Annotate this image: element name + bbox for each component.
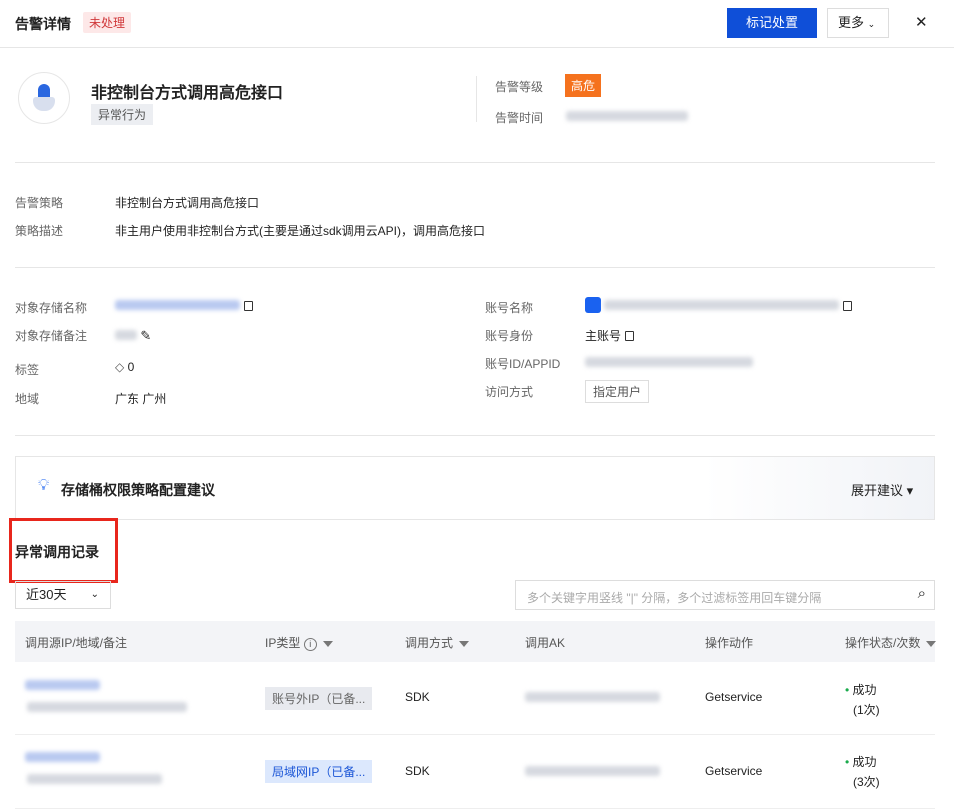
more-button[interactable]: 更多 ⌄ bbox=[827, 8, 889, 38]
col-ip-type[interactable]: IP类型 i bbox=[265, 634, 333, 651]
expand-suggestion-button[interactable]: 展开建议 ▾ bbox=[851, 480, 913, 499]
filter-icon[interactable] bbox=[459, 641, 470, 647]
alert-level-badge: 高危 bbox=[565, 74, 602, 97]
suggestion-title: 存储桶权限策略配置建议 bbox=[61, 482, 215, 498]
filter-icon[interactable] bbox=[322, 641, 333, 647]
status: 成功 bbox=[852, 755, 877, 769]
alert-time-value bbox=[566, 111, 688, 121]
suggestion-panel: 💡︎ 存储桶权限策略配置建议 展开建议 ▾ bbox=[15, 456, 935, 520]
action: Getservice bbox=[705, 690, 763, 704]
col-status[interactable]: 操作状态/次数 bbox=[845, 634, 937, 651]
ip-type-tag: 账号外IP（已备... bbox=[265, 687, 373, 710]
action: Getservice bbox=[705, 764, 763, 778]
alert-category-tag: 异常行为 bbox=[91, 104, 154, 125]
time-range-select[interactable]: 近30天 ⌄ bbox=[15, 581, 111, 609]
bucket-remark-value bbox=[115, 330, 137, 340]
status-badge: 未处理 bbox=[83, 12, 132, 33]
tag-icon[interactable]: ◇ bbox=[115, 360, 124, 374]
region-value: 广东 广州 bbox=[115, 392, 167, 406]
count: (3次) bbox=[853, 775, 880, 789]
col-ak: 调用AK bbox=[525, 636, 566, 650]
count: (1次) bbox=[853, 703, 880, 717]
mark-handled-button[interactable]: 标记处置 bbox=[727, 8, 817, 38]
copy-icon[interactable] bbox=[625, 331, 635, 341]
access-method-label: 访问方式 bbox=[485, 385, 534, 399]
account-identity-value: 主账号 bbox=[585, 329, 622, 343]
policy-label: 告警策略 bbox=[15, 196, 64, 210]
chevron-down-icon: ⌄ bbox=[867, 19, 876, 29]
edit-icon[interactable]: ✎ bbox=[140, 328, 151, 343]
more-label: 更多 bbox=[838, 15, 865, 30]
alert-name: 非控制台方式调用高危接口 bbox=[91, 85, 284, 102]
account-id-value bbox=[585, 357, 753, 367]
alert-type-icon bbox=[18, 72, 70, 124]
bucket-label: 对象存储名称 bbox=[15, 301, 88, 315]
col-method[interactable]: 调用方式 bbox=[405, 634, 470, 651]
close-icon[interactable]: ✕ bbox=[915, 13, 928, 31]
policy-desc-value: 非主用户使用非控制台方式(主要是通过sdk调用云API)，调用高危接口 bbox=[115, 224, 486, 238]
status: 成功 bbox=[852, 683, 877, 697]
access-method-tag: 指定用户 bbox=[585, 380, 650, 403]
copy-icon[interactable] bbox=[244, 301, 253, 311]
table-row: 账号外IP（已备... SDK Getservice • 成功 (1次) bbox=[15, 662, 935, 735]
table-row: 局域网IP（已备... SDK Getservice • 成功 (3次) bbox=[15, 736, 935, 809]
records-title: 异常调用记录 bbox=[15, 544, 99, 560]
panel-title: 告警详情 bbox=[15, 16, 71, 32]
policy-desc-label: 策略描述 bbox=[15, 224, 64, 238]
col-action: 操作动作 bbox=[705, 636, 754, 650]
method: SDK bbox=[405, 690, 430, 704]
account-id-label: 账号ID/APPID bbox=[485, 357, 561, 371]
alert-level-label: 告警等级 bbox=[495, 80, 544, 94]
lightbulb-icon: 💡︎ bbox=[38, 477, 50, 494]
policy-value: 非控制台方式调用高危接口 bbox=[115, 196, 260, 210]
tag-count: 0 bbox=[127, 360, 135, 374]
account-identity-label: 账号身份 bbox=[485, 329, 534, 343]
account-name-label: 账号名称 bbox=[485, 301, 534, 315]
tag-label: 标签 bbox=[15, 363, 40, 377]
filter-icon[interactable] bbox=[926, 641, 937, 647]
col-source-ip: 调用源IP/地域/备注 bbox=[25, 636, 128, 650]
region-label: 地域 bbox=[15, 392, 40, 406]
cloud-icon bbox=[585, 297, 601, 313]
copy-icon[interactable] bbox=[843, 301, 853, 311]
account-name-value bbox=[604, 300, 840, 310]
bucket-remark-label: 对象存储备注 bbox=[15, 329, 88, 343]
bucket-name-link[interactable] bbox=[115, 300, 240, 310]
alert-time-label: 告警时间 bbox=[495, 111, 544, 125]
method: SDK bbox=[405, 764, 430, 778]
info-icon[interactable]: i bbox=[303, 638, 317, 651]
search-input[interactable]: 多个关键字用竖线 "|" 分隔，多个过滤标签用回车键分隔 ⌕ bbox=[515, 580, 935, 610]
search-icon[interactable]: ⌕ bbox=[918, 585, 926, 602]
ip-type-tag: 局域网IP（已备... bbox=[265, 760, 373, 783]
chevron-down-icon: ⌄ bbox=[90, 589, 99, 600]
